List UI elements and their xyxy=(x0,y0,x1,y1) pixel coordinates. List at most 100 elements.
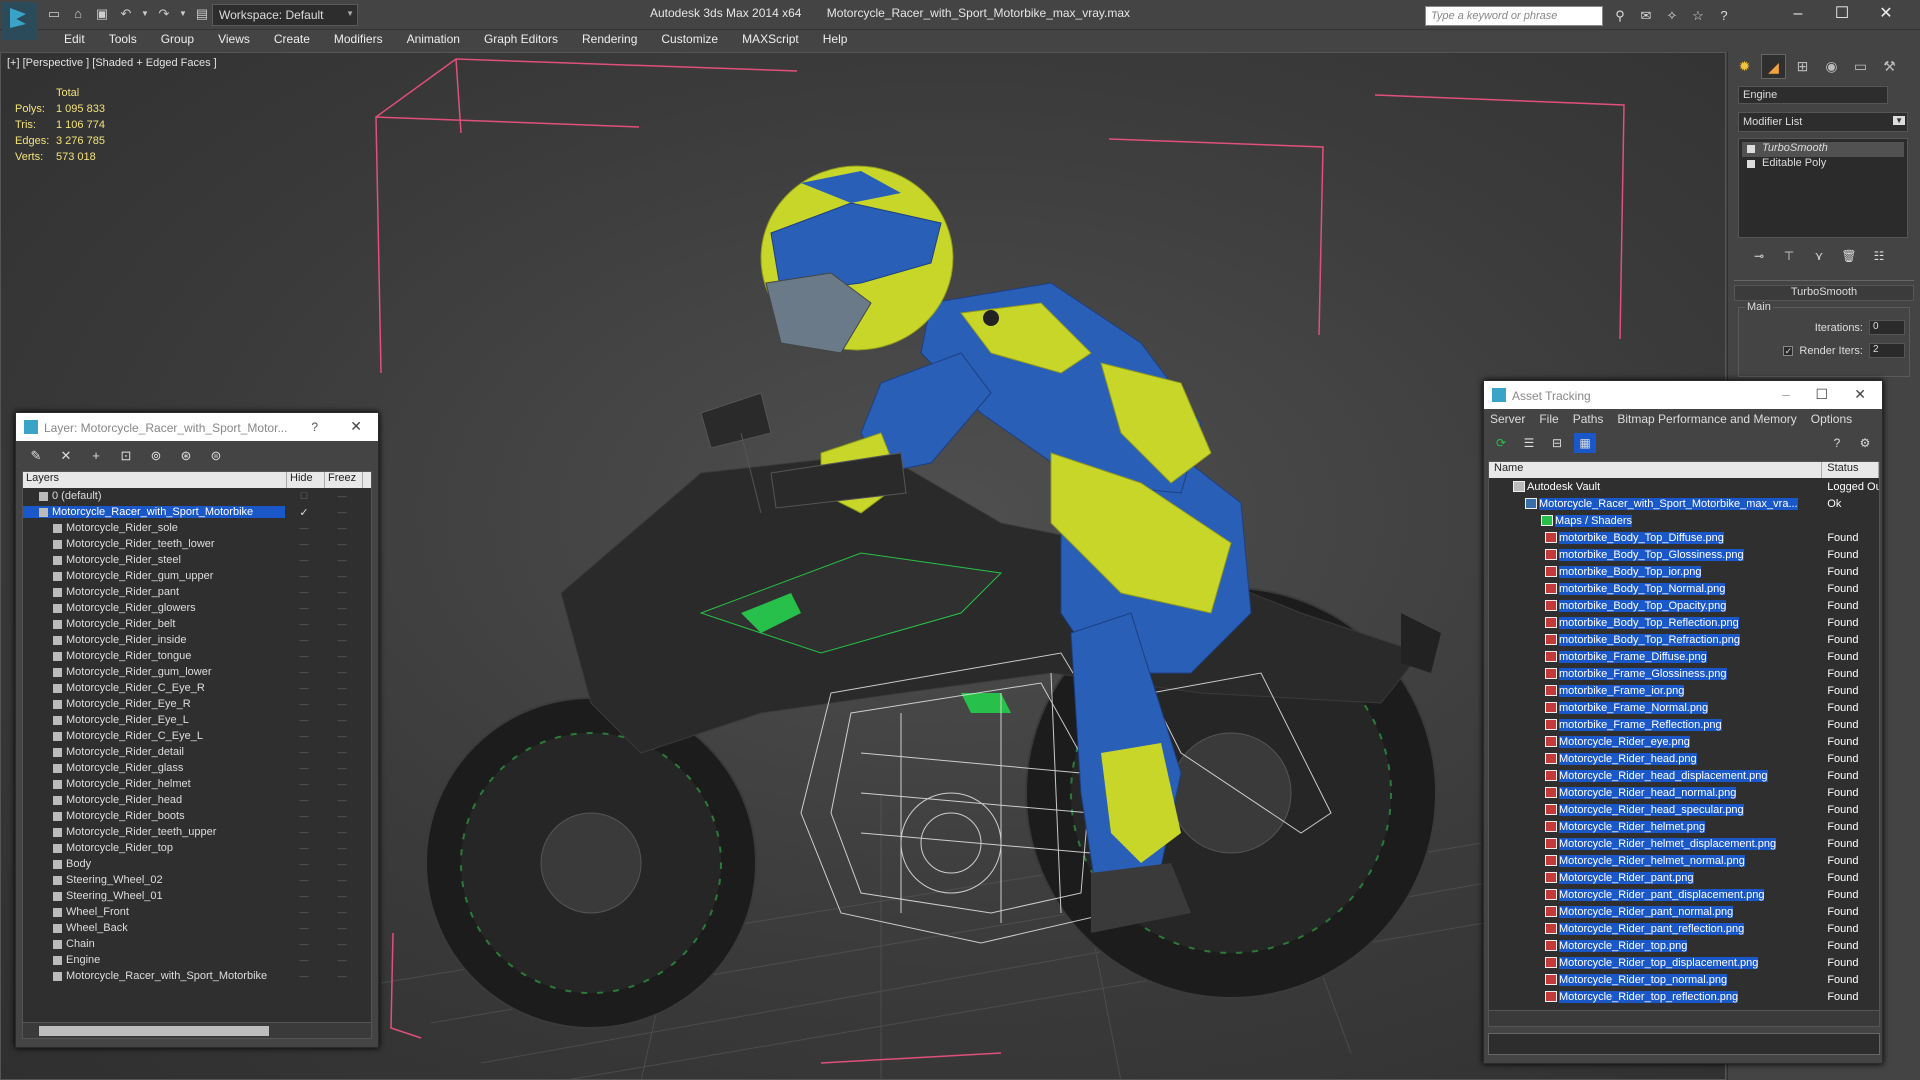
freeze-toggle[interactable]: — xyxy=(323,811,361,821)
freeze-toggle[interactable]: — xyxy=(323,843,361,853)
undo-icon[interactable]: ↶ xyxy=(116,4,136,24)
freeze-toggle[interactable]: — xyxy=(323,891,361,901)
asset-dialog-titlebar[interactable]: Asset Tracking – ☐ ✕ xyxy=(1484,381,1882,409)
layer-row-default[interactable]: 0 (default) ☐ — xyxy=(23,488,371,504)
layer-object-row[interactable]: Motorcycle_Rider_tongue — — xyxy=(23,648,371,664)
communication-icon[interactable]: ✉ xyxy=(1636,6,1656,26)
hide-toggle[interactable]: — xyxy=(285,843,323,853)
hide-toggle[interactable]: — xyxy=(285,539,323,549)
hide-toggle[interactable]: — xyxy=(285,683,323,693)
hide-all-icon[interactable]: ⊛ xyxy=(174,446,198,466)
list-view-icon[interactable]: ☰ xyxy=(1518,433,1540,453)
layer-object-row[interactable]: Motorcycle_Rider_gum_upper — — xyxy=(23,568,371,584)
layer-object-row[interactable]: Wheel_Back — — xyxy=(23,920,371,936)
hide-toggle[interactable]: — xyxy=(285,923,323,933)
settings-icon[interactable]: ⚙ xyxy=(1854,433,1876,453)
asset-file-row[interactable]: Motorcycle_Rider_pant_reflection.png Foun… xyxy=(1489,920,1879,937)
freeze-toggle[interactable]: — xyxy=(323,763,361,773)
project-folder-icon[interactable]: ▤ xyxy=(192,4,212,24)
current-layer-check-icon[interactable]: ✓ xyxy=(285,506,323,519)
new-layer-icon[interactable]: ✎ xyxy=(24,446,48,466)
asset-file-row[interactable]: motorbike_Frame_Glossiness.png Found xyxy=(1489,665,1879,682)
hide-toggle[interactable]: — xyxy=(285,971,323,981)
layer-object-row[interactable]: Motorcycle_Rider_sole — — xyxy=(23,520,371,536)
hide-toggle[interactable]: — xyxy=(285,571,323,581)
redo-icon[interactable]: ↷ xyxy=(154,4,174,24)
hide-toggle[interactable]: — xyxy=(285,635,323,645)
asset-file-row[interactable]: motorbike_Frame_Normal.png Found xyxy=(1489,699,1879,716)
freeze-toggle[interactable]: — xyxy=(323,571,361,581)
freeze-toggle[interactable]: — xyxy=(323,795,361,805)
freeze-toggle[interactable]: — xyxy=(323,603,361,613)
save-file-icon[interactable]: ▣ xyxy=(92,4,112,24)
help-icon[interactable]: ? xyxy=(311,420,318,434)
render-iters-checkbox[interactable]: ✓ xyxy=(1783,345,1794,356)
asset-file-row[interactable]: Motorcycle_Rider_pant.png Found xyxy=(1489,869,1879,886)
freeze-toggle[interactable]: — xyxy=(323,523,361,533)
layer-object-row[interactable]: Motorcycle_Rider_gum_lower — — xyxy=(23,664,371,680)
layer-object-row[interactable]: Body — — xyxy=(23,856,371,872)
minimize-button[interactable]: – xyxy=(1778,4,1818,26)
iterations-spinner[interactable]: 0 xyxy=(1869,320,1905,335)
hide-toggle[interactable]: — xyxy=(285,763,323,773)
hide-toggle[interactable]: — xyxy=(285,891,323,901)
close-icon[interactable]: ✕ xyxy=(350,418,362,435)
hierarchy-tab-icon[interactable]: ⊞ xyxy=(1790,54,1815,79)
freeze-toggle[interactable]: — xyxy=(323,555,361,565)
layer-object-row[interactable]: Motorcycle_Rider_top — — xyxy=(23,840,371,856)
layer-object-row[interactable]: Motorcycle_Rider_inside — — xyxy=(23,632,371,648)
menu-customize[interactable]: Customize xyxy=(649,30,730,50)
col-name[interactable]: Name xyxy=(1489,462,1823,478)
asset-file-row[interactable]: motorbike_Body_Top_Reflection.png Found xyxy=(1489,614,1879,631)
hide-toggle[interactable]: — xyxy=(285,667,323,677)
layer-object-row[interactable]: Motorcycle_Rider_belt — — xyxy=(23,616,371,632)
asset-file-row[interactable]: Motorcycle_Rider_top_displacement.png Fou… xyxy=(1489,954,1879,971)
freeze-toggle[interactable]: — xyxy=(323,955,361,965)
hide-toggle[interactable]: — xyxy=(285,795,323,805)
scrollbar-thumb[interactable] xyxy=(39,1026,269,1036)
asset-file-row[interactable]: Motorcycle_Rider_top.png Found xyxy=(1489,937,1879,954)
freeze-toggle[interactable]: — xyxy=(323,539,361,549)
binoculars-icon[interactable]: ⚲ xyxy=(1610,6,1630,26)
asset-file-row[interactable]: Motorcycle_Rider_head_displacement.png Fo… xyxy=(1489,767,1879,784)
asset-menu-bitmap[interactable]: Bitmap Performance and Memory xyxy=(1617,412,1796,428)
hide-toggle[interactable]: — xyxy=(285,731,323,741)
help-icon[interactable]: ? xyxy=(1826,433,1848,453)
asset-file-row[interactable]: motorbike_Body_Top_Diffuse.png Found xyxy=(1489,529,1879,546)
scene-file-row[interactable]: Motorcycle_Racer_with_Sport_Motorbike_ma… xyxy=(1489,495,1879,512)
motion-tab-icon[interactable]: ◉ xyxy=(1819,54,1844,79)
layer-dialog-titlebar[interactable]: Layer: Motorcycle_Racer_with_Sport_Motor… xyxy=(16,413,378,441)
hide-toggle[interactable]: — xyxy=(285,907,323,917)
select-objects-icon[interactable]: ⊡ xyxy=(114,446,138,466)
asset-file-row[interactable]: Motorcycle_Rider_pant_displacement.png Fo… xyxy=(1489,886,1879,903)
menu-graph-editors[interactable]: Graph Editors xyxy=(472,30,570,50)
asset-file-row[interactable]: motorbike_Body_Top_Normal.png Found xyxy=(1489,580,1879,597)
pin-stack-icon[interactable]: ⊸ xyxy=(1748,246,1770,266)
freeze-toggle[interactable]: — xyxy=(323,779,361,789)
freeze-toggle[interactable]: — xyxy=(323,683,361,693)
satellite-icon[interactable]: ✧ xyxy=(1662,6,1682,26)
col-freeze[interactable]: Freez xyxy=(325,472,363,488)
freeze-toggle[interactable]: — xyxy=(323,715,361,725)
modifier-list-dropdown[interactable]: Modifier List xyxy=(1738,112,1908,132)
asset-file-row[interactable]: Motorcycle_Rider_top_normal.png Found xyxy=(1489,971,1879,988)
layer-object-row[interactable]: Motorcycle_Racer_with_Sport_Motorbike — — xyxy=(23,968,371,984)
asset-file-row[interactable]: Motorcycle_Rider_head_normal.png Found xyxy=(1489,784,1879,801)
menu-rendering[interactable]: Rendering xyxy=(570,30,649,50)
freeze-toggle[interactable]: — xyxy=(323,619,361,629)
layer-object-row[interactable]: Steering_Wheel_02 — — xyxy=(23,872,371,888)
freeze-toggle[interactable]: — xyxy=(323,971,361,981)
layer-object-row[interactable]: Motorcycle_Rider_glowers — — xyxy=(23,600,371,616)
asset-menu-paths[interactable]: Paths xyxy=(1573,412,1604,428)
asset-menu-options[interactable]: Options xyxy=(1811,412,1852,428)
freeze-toggle[interactable]: — xyxy=(323,507,361,517)
open-file-icon[interactable]: ⌂ xyxy=(68,4,88,24)
menu-animation[interactable]: Animation xyxy=(395,30,472,50)
menu-help[interactable]: Help xyxy=(811,30,860,50)
display-tab-icon[interactable]: ▭ xyxy=(1848,54,1873,79)
close-icon[interactable]: ✕ xyxy=(1854,386,1866,403)
close-window-button[interactable]: ✕ xyxy=(1866,4,1906,26)
asset-horizontal-scrollbar[interactable] xyxy=(1489,1010,1879,1026)
asset-file-row[interactable]: Motorcycle_Rider_helmet_normal.png Found xyxy=(1489,852,1879,869)
asset-file-row[interactable]: Motorcycle_Rider_head.png Found xyxy=(1489,750,1879,767)
